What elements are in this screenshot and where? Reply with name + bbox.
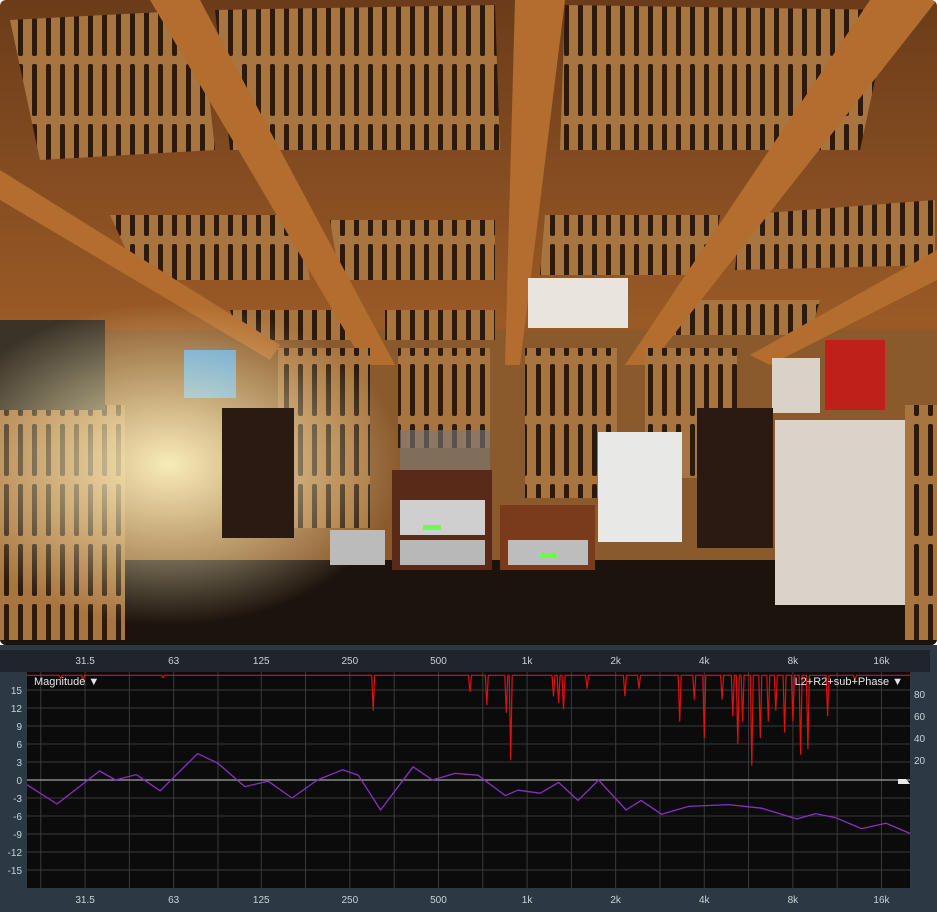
y-tick-label: 6 <box>16 740 22 751</box>
y-tick-label: -15 <box>8 866 23 877</box>
x-tick-label-top: 16k <box>873 656 890 667</box>
x-tick-label-bottom: 63 <box>168 895 180 906</box>
x-tick-label-bottom: 1k <box>522 895 534 906</box>
x-tick-label-bottom: 125 <box>253 895 270 906</box>
y-tick-label: 3 <box>16 758 22 769</box>
y-tick-label: 15 <box>11 686 23 697</box>
y2-tick-label: 40 <box>914 734 926 745</box>
listening-room-photo <box>0 0 937 645</box>
x-tick-label-top: 31.5 <box>75 656 95 667</box>
x-tick-label-top: 125 <box>253 656 270 667</box>
frequency-response-chart: 31.531.563631251252502505005001k1k2k2k4k… <box>8 656 926 906</box>
x-tick-label-top: 500 <box>430 656 447 667</box>
y-tick-label: 9 <box>16 722 22 733</box>
y-tick-label: -9 <box>13 830 22 841</box>
x-tick-label-top: 63 <box>168 656 180 667</box>
y-tick-label: -3 <box>13 794 22 805</box>
y-tick-label: 12 <box>11 704 23 715</box>
x-tick-label-top: 4k <box>699 656 711 667</box>
y-tick-label: -12 <box>8 848 23 859</box>
y2-tick-label: 20 <box>914 756 926 767</box>
x-tick-label-bottom: 31.5 <box>75 895 95 906</box>
x-tick-label-bottom: 500 <box>430 895 447 906</box>
x-tick-label-top: 8k <box>788 656 800 667</box>
x-tick-label-bottom: 2k <box>610 895 622 906</box>
magnitude-legend-dropdown[interactable]: Magnitude ▼ <box>34 676 99 688</box>
x-tick-label-top: 2k <box>610 656 622 667</box>
y2-tick-label: 60 <box>914 712 926 723</box>
y-tick-label: 0 <box>16 776 22 787</box>
x-tick-label-bottom: 4k <box>699 895 711 906</box>
room-photo-illustration <box>0 0 937 645</box>
x-tick-label-bottom: 250 <box>342 895 359 906</box>
x-tick-label-bottom: 8k <box>788 895 800 906</box>
phase-legend-dropdown[interactable]: L2+R2+sub+Phase ▼ <box>795 676 903 688</box>
y2-tick-label: 80 <box>914 690 926 701</box>
x-tick-label-top: 250 <box>342 656 359 667</box>
x-tick-label-top: 1k <box>522 656 534 667</box>
y-tick-label: -6 <box>13 812 22 823</box>
x-tick-label-bottom: 16k <box>873 895 890 906</box>
